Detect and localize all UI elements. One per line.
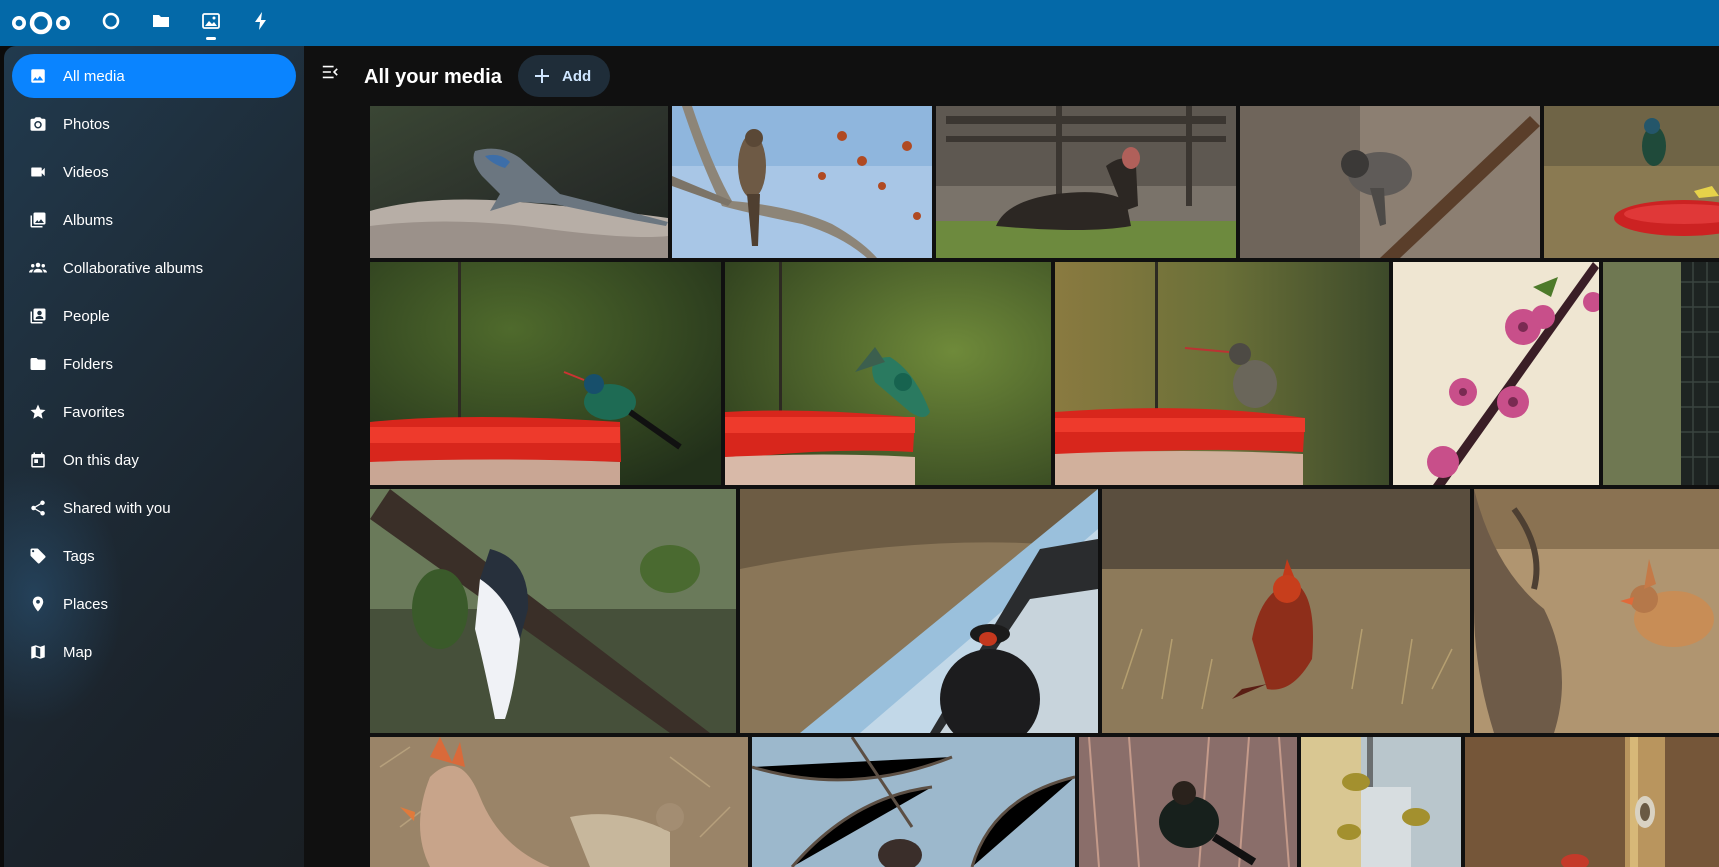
photo-tile[interactable] (370, 737, 748, 867)
photo-tile[interactable] (370, 106, 668, 258)
add-button-label: Add (562, 67, 592, 85)
map-icon (28, 642, 48, 662)
add-button[interactable]: Add (518, 55, 610, 97)
sidebar-item-label: Albums (63, 211, 114, 229)
sidebar-navigation: All media Photos Videos Albums Collabora… (12, 54, 296, 678)
photo-tile[interactable] (1240, 106, 1540, 258)
sidebar-item-label: Places (63, 595, 109, 613)
sidebar-item-label: All media (63, 67, 125, 85)
sidebar-item-albums[interactable]: Albums (12, 198, 296, 242)
sidebar-item-label: Shared with you (63, 499, 171, 517)
people-group-icon (28, 258, 48, 278)
sidebar-item-tags[interactable]: Tags (12, 534, 296, 578)
sidebar-item-label: Folders (63, 355, 114, 373)
page-title: All your media (364, 66, 502, 88)
photo-tile[interactable] (725, 262, 1051, 485)
sidebar-item-favorites[interactable]: Favorites (12, 390, 296, 434)
app-dashboard-button[interactable] (91, 3, 131, 43)
app-photos-button[interactable] (191, 3, 231, 43)
top-header (0, 0, 1719, 46)
folder-icon (151, 11, 171, 36)
map-marker-icon (28, 594, 48, 614)
photo-tile[interactable] (370, 262, 721, 485)
sidebar-item-people[interactable]: People (12, 294, 296, 338)
photo-tile[interactable] (752, 737, 1075, 867)
menu-collapse-icon (321, 63, 339, 86)
image-icon (28, 66, 48, 86)
sidebar-item-shared-with-you[interactable]: Shared with you (12, 486, 296, 530)
sidebar-item-photos[interactable]: Photos (12, 102, 296, 146)
photo-tile[interactable] (1474, 489, 1719, 733)
image-icon (201, 11, 221, 36)
sidebar-item-label: Tags (63, 547, 95, 565)
photo-tile[interactable] (936, 106, 1236, 258)
photo-tile[interactable] (1301, 737, 1461, 867)
sidebar-item-all-media[interactable]: All media (12, 54, 296, 98)
photo-tile[interactable] (1079, 737, 1297, 867)
calendar-icon (28, 450, 48, 470)
camera-icon (28, 114, 48, 134)
app-activity-button[interactable] (241, 3, 281, 43)
sidebar-item-label: Photos (63, 115, 110, 133)
sidebar-item-label: Map (63, 643, 93, 661)
photo-tile[interactable] (740, 489, 1098, 733)
photo-tile[interactable] (1393, 262, 1599, 485)
sidebar-item-folders[interactable]: Folders (12, 342, 296, 386)
sidebar-item-places[interactable]: Places (12, 582, 296, 626)
app-files-button[interactable] (141, 3, 181, 43)
person-portrait-icon (28, 306, 48, 326)
sidebar-item-label: People (63, 307, 110, 325)
sidebar-item-videos[interactable]: Videos (12, 150, 296, 194)
bolt-icon (251, 11, 271, 36)
plus-icon (534, 68, 550, 84)
sidebar-item-label: Videos (63, 163, 109, 181)
photo-tile[interactable] (1055, 262, 1389, 485)
toggle-navigation-button[interactable] (318, 62, 342, 86)
sidebar-item-label: On this day (63, 451, 139, 469)
sidebar-item-map[interactable]: Map (12, 630, 296, 674)
photo-tile[interactable] (1465, 737, 1719, 867)
sidebar-item-collaborative-albums[interactable]: Collaborative albums (12, 246, 296, 290)
folder-icon (28, 354, 48, 374)
sidebar: All media Photos Videos Albums Collabora… (4, 46, 304, 867)
star-icon (28, 402, 48, 422)
sidebar-item-on-this-day[interactable]: On this day (12, 438, 296, 482)
photo-tile[interactable] (1544, 106, 1719, 258)
video-icon (28, 162, 48, 182)
photo-tile[interactable] (370, 489, 736, 733)
albums-icon (28, 210, 48, 230)
nextcloud-logo-icon[interactable] (10, 6, 72, 40)
sidebar-item-label: Collaborative albums (63, 259, 204, 277)
photo-tile[interactable] (672, 106, 932, 258)
share-icon (28, 498, 48, 518)
photo-tile[interactable] (1603, 262, 1719, 485)
photo-tile[interactable] (1102, 489, 1470, 733)
tag-icon (28, 546, 48, 566)
main-content: All your media Add (304, 46, 1719, 867)
circle-icon (101, 11, 121, 36)
sidebar-item-label: Favorites (63, 403, 125, 421)
